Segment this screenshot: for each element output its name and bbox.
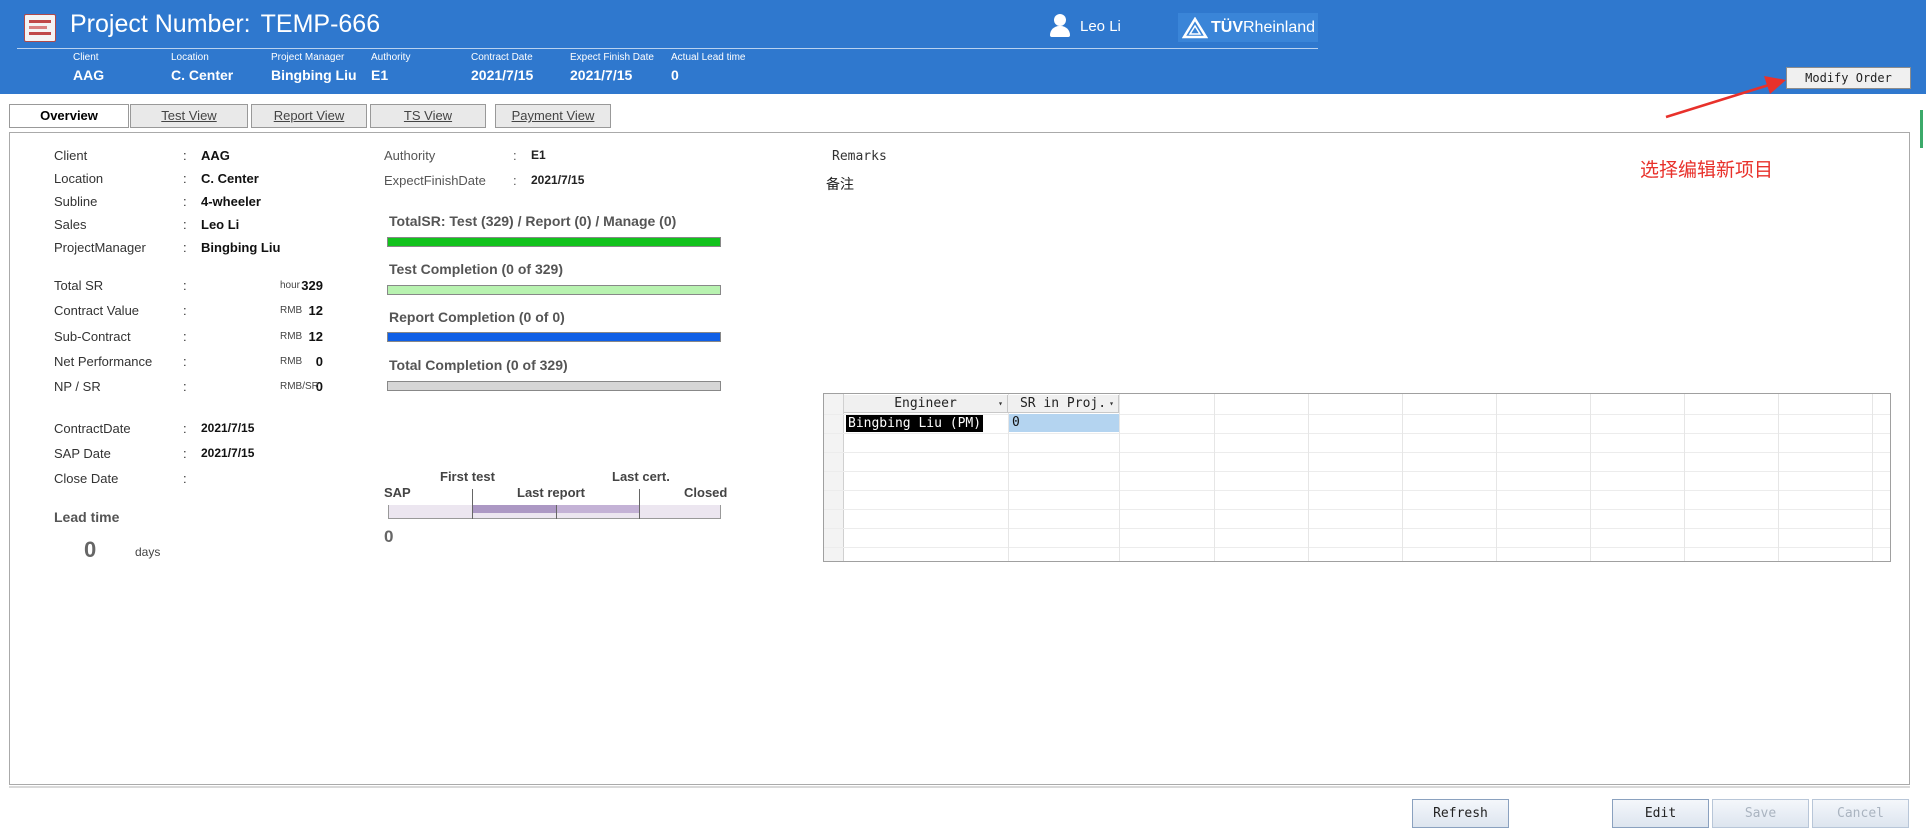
header-field-actual-lead-time: Actual Lead time 0 xyxy=(671,52,746,83)
user-icon xyxy=(1048,14,1072,38)
annotation-note: 选择编辑新项目 xyxy=(1640,160,1774,181)
timeline-label-last-cert: Last cert. xyxy=(612,469,670,484)
timeline-label-last-report: Last report xyxy=(517,485,585,500)
grid-header-sr-in-proj[interactable]: SR in Proj. ▾ xyxy=(1008,395,1119,413)
timeline-tick xyxy=(472,489,473,519)
logo-text-rest: Rheinland xyxy=(1243,18,1316,36)
app-form-icon xyxy=(24,14,56,42)
total-sr-progress-label: TotalSR: Test (329) / Report (0) / Manag… xyxy=(389,213,677,229)
grid-cell-engineer[interactable]: Bingbing Liu (PM) xyxy=(846,415,984,432)
timeline-label-first-test: First test xyxy=(440,469,495,484)
test-completion-bar xyxy=(387,285,721,295)
progress-fill xyxy=(388,333,720,341)
triangle-logo-icon xyxy=(1182,16,1208,38)
scroll-indicator[interactable] xyxy=(1920,110,1923,148)
logo-text-bold: TÜV xyxy=(1211,18,1243,36)
cancel-button[interactable]: Cancel xyxy=(1812,799,1909,828)
lead-time-value: 0 xyxy=(84,537,97,562)
report-completion-bar xyxy=(387,332,721,342)
tab-overview[interactable]: Overview xyxy=(9,104,129,128)
tab-report-view[interactable]: Report View xyxy=(251,104,367,128)
test-completion-label: Test Completion (0 of 329) xyxy=(389,261,563,277)
filter-dropdown-icon[interactable]: ▾ xyxy=(998,395,1003,413)
page-title: Project Number: TEMP-666 xyxy=(70,10,390,39)
header-field-location: Location C. Center xyxy=(171,52,234,83)
total-sr-progress-bar xyxy=(387,237,721,247)
tab-ts-view[interactable]: TS View xyxy=(370,104,486,128)
modify-order-button[interactable]: Modify Order xyxy=(1786,67,1911,89)
grid-row-header xyxy=(824,394,844,561)
tuv-rheinland-logo: TÜV Rheinland xyxy=(1178,13,1318,42)
timeline-value: 0 xyxy=(384,527,394,546)
tab-payment-view[interactable]: Payment View xyxy=(495,104,611,128)
user-name: Leo Li xyxy=(1080,17,1121,35)
annotation-arrow-icon xyxy=(1665,76,1786,119)
timeline-label-sap: SAP xyxy=(384,485,411,500)
panel-bottom-border xyxy=(9,786,1910,788)
header-field-authority: Authority E1 xyxy=(371,52,411,83)
project-number-value: TEMP-666 xyxy=(260,10,381,38)
header-field-client: Client AAG xyxy=(73,52,105,83)
remarks-text[interactable]: 备注 xyxy=(826,174,854,194)
header-divider xyxy=(17,48,1318,49)
total-completion-label: Total Completion (0 of 329) xyxy=(389,357,568,373)
header-bar: Project Number: TEMP-666 Leo Li TÜV Rheinl… xyxy=(0,0,1926,94)
report-completion-label: Report Completion (0 of 0) xyxy=(389,309,565,325)
remarks-title: Remarks xyxy=(832,149,887,164)
progress-fill xyxy=(388,382,720,390)
grid-header-engineer[interactable]: Engineer ▾ xyxy=(844,395,1008,413)
save-button[interactable]: Save xyxy=(1712,799,1809,828)
lead-time-label: Lead time xyxy=(54,509,120,525)
edit-button[interactable]: Edit xyxy=(1612,799,1709,828)
header-field-expect-finish-date: Expect Finish Date 2021/7/15 xyxy=(570,52,654,83)
timeline-segment-last-report xyxy=(556,505,639,513)
project-timeline xyxy=(388,489,721,519)
total-completion-bar xyxy=(387,381,721,391)
refresh-button[interactable]: Refresh xyxy=(1412,799,1509,828)
lead-time-unit: days xyxy=(135,545,161,559)
current-user: Leo Li xyxy=(1048,13,1121,39)
timeline-segment-first-test xyxy=(472,505,556,513)
timeline-tick xyxy=(556,505,557,519)
project-number-label: Project Number: xyxy=(70,10,251,38)
progress-fill xyxy=(388,286,720,294)
timeline-label-closed: Closed xyxy=(684,485,728,500)
timeline-tick xyxy=(639,489,640,519)
header-field-contract-date: Contract Date 2021/7/15 xyxy=(471,52,534,83)
grid-cell-sr[interactable]: 0 xyxy=(1009,414,1119,432)
engineer-grid[interactable]: Engineer ▾ SR in Proj. ▾ Bingbing Liu (PM)… xyxy=(823,393,1891,562)
filter-dropdown-icon[interactable]: ▾ xyxy=(1109,395,1114,413)
tab-test-view[interactable]: Test View xyxy=(130,104,248,128)
progress-fill xyxy=(388,238,720,246)
header-field-project-manager: Project Manager Bingbing Liu xyxy=(271,52,357,83)
